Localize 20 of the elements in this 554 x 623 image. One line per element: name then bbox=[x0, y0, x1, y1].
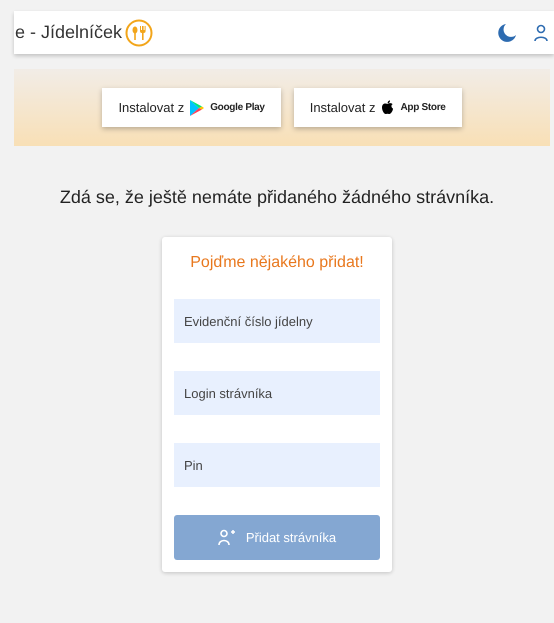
cutlery-icon bbox=[125, 18, 154, 46]
store-button[interactable]: Instalovat z Google Play bbox=[102, 88, 281, 127]
apple-icon bbox=[381, 100, 394, 115]
store-name: App Store bbox=[400, 101, 446, 115]
add-user-icon bbox=[218, 529, 236, 546]
app-title: e - Jídelníček bbox=[15, 21, 122, 44]
empty-message: Zdá se, že ještě nemáte přidaného žádného strávníka. bbox=[58, 186, 496, 209]
form-title: Pojďme nějakého přidat! bbox=[189, 253, 365, 273]
store-button-label: Instalovat z bbox=[118, 98, 184, 117]
input-field[interactable]: Evidenční číslo jídelny bbox=[174, 299, 380, 343]
dark-mode-button[interactable] bbox=[497, 22, 517, 42]
moon-icon bbox=[497, 22, 517, 42]
input-field[interactable]: Login strávníka bbox=[174, 371, 380, 415]
user-icon bbox=[534, 24, 548, 42]
input-field[interactable]: Pin bbox=[174, 443, 380, 487]
profile-button[interactable] bbox=[534, 24, 548, 42]
store-name: Google Play bbox=[210, 101, 265, 115]
play-icon bbox=[190, 100, 204, 116]
store-button[interactable]: Instalovat z App Store bbox=[294, 88, 462, 127]
store-button-label: Instalovat z bbox=[310, 98, 376, 117]
